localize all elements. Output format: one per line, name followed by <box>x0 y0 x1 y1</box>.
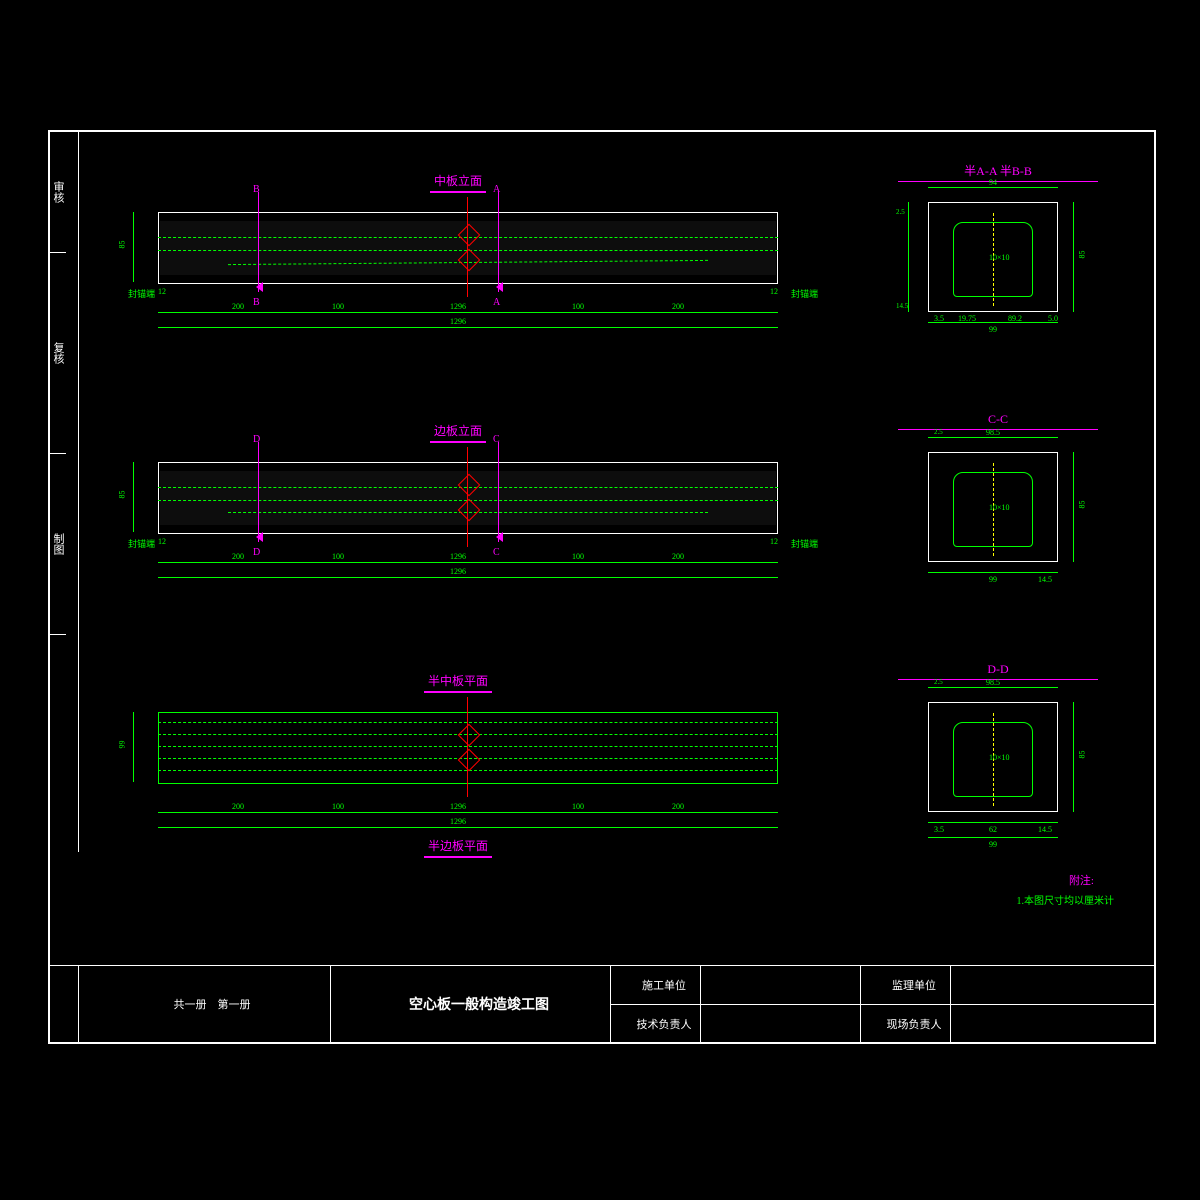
note-1: 1.本图尺寸均以厘米计 <box>1017 892 1115 907</box>
notes-header: 附注: <box>1069 872 1094 888</box>
view-plan: 半中板平面 99 200 100 1296 100 200 1296 半边板平面 <box>118 662 818 842</box>
side-check: 复核 <box>50 253 66 454</box>
side-draft: 制图 <box>50 454 66 635</box>
view-side-elevation: 边板立面 D D C C 封锚端 封锚端 85 200 100 1296 100… <box>118 412 818 592</box>
view-middle-elevation: 中板立面 B B A A 封锚端 封锚端 85 200 100 1296 100… <box>118 162 818 342</box>
section-ab: 半A-A 半B-B 10×10 94 99 3.5 19.75 89.2 5.0… <box>898 162 1098 342</box>
drawing-area: 中板立面 B B A A 封锚端 封锚端 85 200 100 1296 100… <box>78 132 1154 966</box>
side-review: 审核 <box>50 132 66 253</box>
section-dd: D-D 10×10 98.5 2.5 3.5 62 14.5 99 85 <box>898 662 1098 842</box>
title-block: 共一册 第一册 空心板一般构造竣工图 施工单位 技术负责人 监理单位 现场负责人 <box>50 965 1154 1042</box>
section-cc: C-C 10×10 98.5 2.5 99 14.5 85 <box>898 412 1098 592</box>
